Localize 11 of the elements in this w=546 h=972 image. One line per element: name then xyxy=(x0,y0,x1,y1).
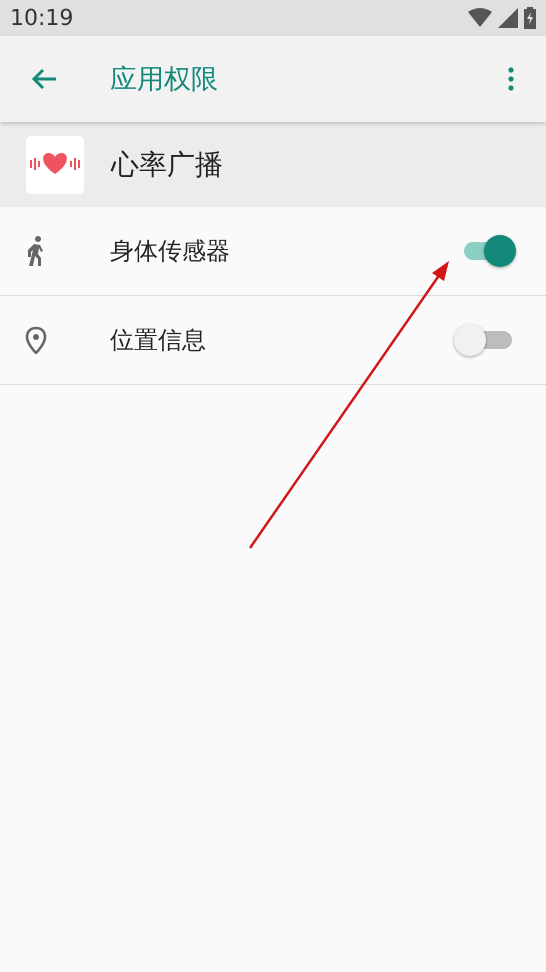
battery-icon xyxy=(524,7,536,29)
toolbar-title: 应用权限 xyxy=(110,63,219,97)
more-options-button[interactable] xyxy=(506,67,516,91)
heart-app-icon xyxy=(26,136,84,194)
permission-label: 身体传感器 xyxy=(110,236,231,267)
status-time: 10:19 xyxy=(10,6,74,30)
location-pin-icon xyxy=(25,326,47,354)
wifi-icon xyxy=(468,8,492,28)
permission-label: 位置信息 xyxy=(110,325,207,356)
signal-icon xyxy=(498,8,518,28)
app-name: 心率广播 xyxy=(111,146,223,182)
